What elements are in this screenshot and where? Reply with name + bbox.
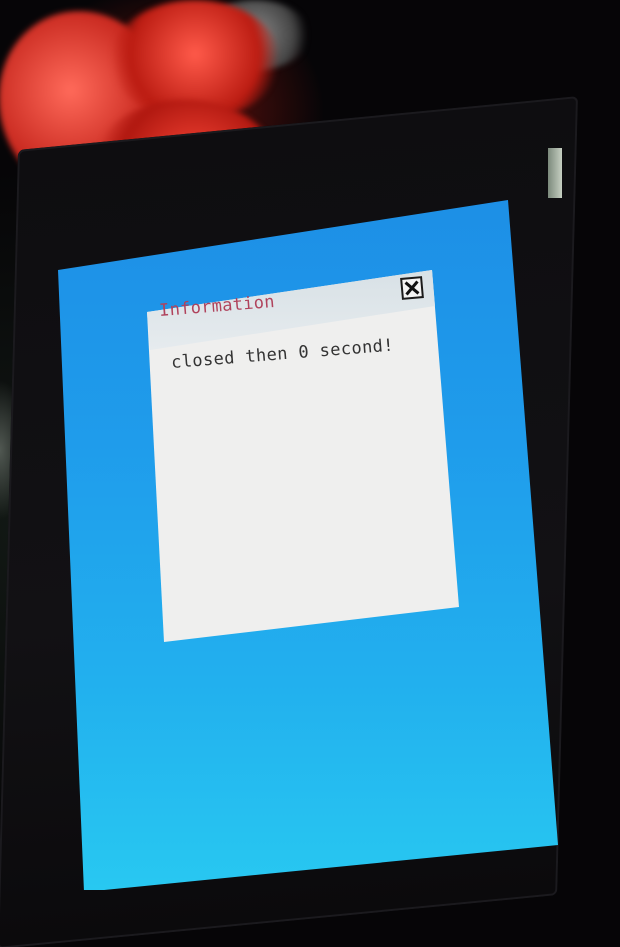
close-icon [404, 280, 420, 296]
bezel-edge [548, 148, 562, 198]
close-button[interactable] [400, 276, 424, 300]
